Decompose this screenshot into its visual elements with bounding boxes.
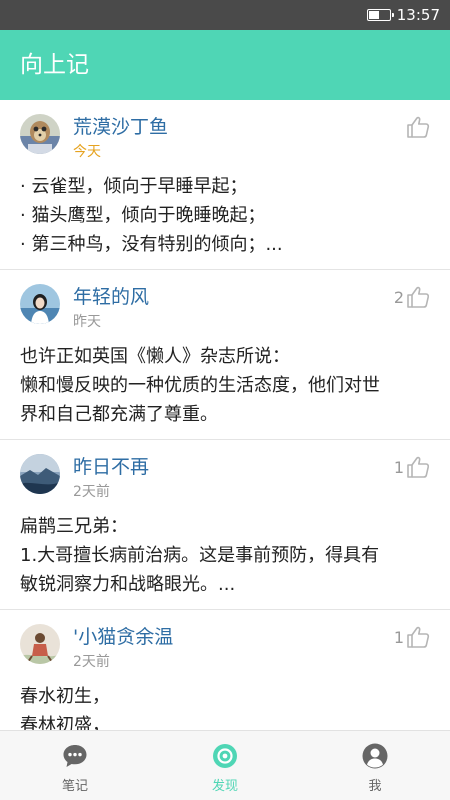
tab-label: 笔记 bbox=[61, 779, 88, 794]
post-line: 懒和慢反映的一种优质的生活态度，他们对世 bbox=[20, 375, 380, 396]
tab-label: 发现 bbox=[211, 779, 238, 794]
post-line: 扁鹊三兄弟： bbox=[20, 516, 128, 537]
post-line: 春林初盛， bbox=[20, 715, 110, 730]
post-content[interactable]: 扁鹊三兄弟： 1.大哥擅长病前治病。这是事前预防，得具有 敏锐洞察力和战略眼光。… bbox=[20, 512, 430, 599]
user-icon bbox=[362, 743, 388, 769]
post-line: 1.大哥擅长病前治病。这是事前预防，得具有 bbox=[20, 545, 380, 566]
post-line: · 云雀型，倾向于早睡早起； bbox=[20, 176, 248, 197]
post-line: 也许正如英国《懒人》杂志所说： bbox=[20, 346, 290, 367]
tab-notes[interactable]: 笔记 bbox=[0, 731, 150, 800]
app-title: 向上记 bbox=[20, 52, 89, 78]
post-time: 2天前 bbox=[73, 654, 110, 670]
bottom-nav: 笔记 发现 我 bbox=[0, 730, 450, 800]
thumbs-up-icon bbox=[407, 286, 430, 308]
author-name[interactable]: 荒漠沙丁鱼 bbox=[73, 112, 168, 139]
tab-me[interactable]: 我 bbox=[300, 731, 450, 800]
avatar[interactable] bbox=[20, 454, 60, 494]
post-content[interactable]: 也许正如英国《懒人》杂志所说： 懒和慢反映的一种优质的生活态度，他们对世 界和自… bbox=[20, 342, 430, 429]
thumbs-up-icon bbox=[407, 456, 430, 478]
post-time: 2天前 bbox=[73, 484, 110, 500]
thumbs-up-icon bbox=[407, 626, 430, 648]
post-card[interactable]: 荒漠沙丁鱼 今天 · 云雀型，倾向于早睡早起； · 猫头鹰型，倾向于晚睡晚起； … bbox=[0, 100, 450, 270]
chat-bubble-icon bbox=[63, 745, 87, 767]
discover-icon bbox=[213, 744, 237, 768]
post-content[interactable]: 春水初生， 春林初盛， bbox=[20, 682, 430, 730]
post-card[interactable]: 年轻的风 昨天 2 也许正如英国《懒人》杂志所说： 懒和慢反映的一种优质的生活态… bbox=[0, 270, 450, 440]
author-name[interactable]: '小猫贪余温 bbox=[73, 622, 173, 649]
post-line: · 第三种鸟，没有特别的倾向；... bbox=[20, 234, 283, 255]
status-indicators: 13:57 bbox=[366, 0, 440, 30]
thumbs-up-icon bbox=[407, 116, 430, 138]
post-line: 春水初生， bbox=[20, 686, 110, 707]
avatar[interactable] bbox=[20, 284, 60, 324]
battery-level bbox=[368, 11, 379, 19]
post-line: 敏锐洞察力和战略眼光。... bbox=[20, 574, 236, 595]
post-line: 界和自己都充满了尊重。 bbox=[20, 404, 218, 425]
like-button[interactable]: 1 bbox=[394, 454, 430, 480]
like-count: 1 bbox=[393, 627, 404, 647]
app-bar: 向上记 bbox=[0, 30, 450, 100]
like-count: 1 bbox=[393, 457, 404, 477]
like-button[interactable] bbox=[404, 114, 430, 140]
avatar[interactable] bbox=[20, 624, 60, 664]
like-button[interactable]: 2 bbox=[394, 284, 430, 310]
like-button[interactable]: 1 bbox=[394, 624, 430, 650]
post-line: · 猫头鹰型，倾向于晚睡晚起； bbox=[20, 205, 266, 226]
tab-label: 我 bbox=[368, 779, 382, 794]
post-time: 昨天 bbox=[73, 314, 101, 330]
post-content[interactable]: · 云雀型，倾向于早睡早起； · 猫头鹰型，倾向于晚睡晚起； · 第三种鸟，没有… bbox=[20, 172, 430, 259]
battery-icon bbox=[366, 9, 394, 21]
author-name[interactable]: 昨日不再 bbox=[73, 452, 149, 479]
status-time: 13:57 bbox=[396, 6, 440, 24]
post-card[interactable]: '小猫贪余温 2天前 1 春水初生， 春林初盛， bbox=[0, 610, 450, 730]
tab-discover[interactable]: 发现 bbox=[150, 731, 300, 800]
like-count: 2 bbox=[393, 287, 404, 307]
avatar[interactable] bbox=[20, 114, 60, 154]
post-time: 今天 bbox=[73, 144, 101, 160]
post-feed[interactable]: 荒漠沙丁鱼 今天 · 云雀型，倾向于早睡早起； · 猫头鹰型，倾向于晚睡晚起； … bbox=[0, 100, 450, 730]
post-card[interactable]: 昨日不再 2天前 1 扁鹊三兄弟： 1.大哥擅长病前治病。这是事前预防，得具有 … bbox=[0, 440, 450, 610]
status-bar: 13:57 bbox=[0, 0, 450, 30]
author-name[interactable]: 年轻的风 bbox=[73, 282, 149, 309]
app-screen: 13:57 向上记 荒漠沙丁鱼 今天 · 云雀型，倾向于早睡早起； · 猫头鹰型… bbox=[0, 0, 450, 800]
